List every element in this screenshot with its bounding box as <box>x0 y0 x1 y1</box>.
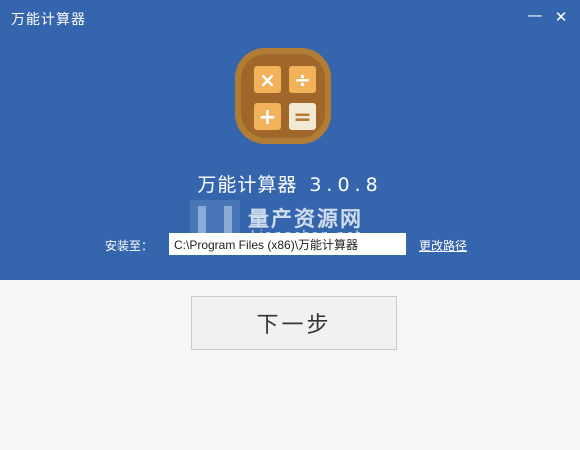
logo-key-divide-label: ÷ <box>294 68 311 92</box>
install-path-input[interactable] <box>169 233 406 255</box>
install-label: 安装至： <box>105 239 154 253</box>
logo-key-plus-label: + <box>258 105 276 130</box>
logo-key-multiply-label: × <box>259 68 276 92</box>
window-title: 万能计算器 <box>11 12 86 28</box>
change-path-link[interactable]: 更改路径 <box>419 237 467 254</box>
next-button[interactable]: 下一步 <box>191 296 397 350</box>
app-name: 万能计算器 <box>197 174 298 196</box>
calculator-logo-icon: × ÷ + = <box>235 48 331 144</box>
minimize-button[interactable]: — <box>524 4 546 26</box>
header-panel: 万能计算器 — ✕ × ÷ + = 万能计算器3.0.8 量产资源网 Liang… <box>0 0 580 280</box>
app-title: 万能计算器 3.0.8 <box>0 170 580 197</box>
app-version: 3.0.8 <box>309 174 383 196</box>
logo-key-equals-label: = <box>293 105 311 130</box>
close-button[interactable]: ✕ <box>550 6 572 28</box>
